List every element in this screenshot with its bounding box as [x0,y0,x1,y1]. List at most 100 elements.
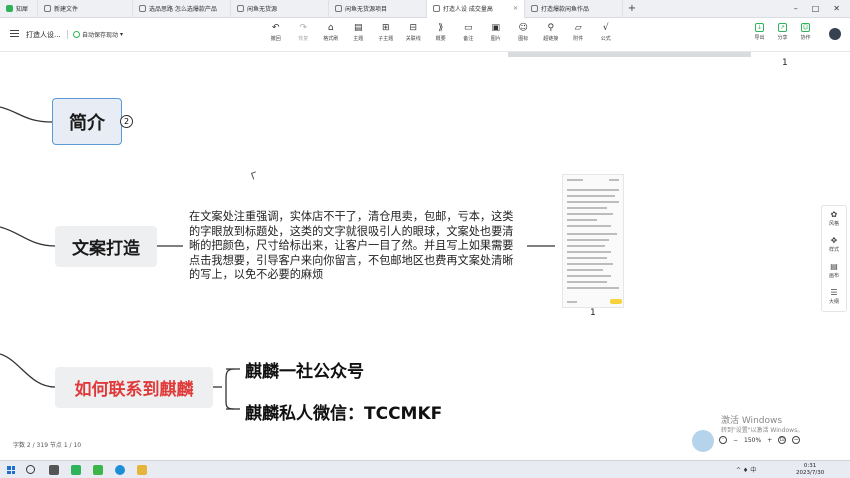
tab-product-selection[interactable]: 选品思路 怎么选爆款产品 [133,0,231,18]
redo-button[interactable]: ↷ 恢复 [290,23,318,42]
windows-start-icon[interactable] [7,466,15,474]
zhixi-app-icon[interactable] [71,465,81,475]
chevron-down-icon: ▾ [120,31,124,38]
mindmap-icon [531,5,538,12]
formula-icon: √ [602,23,609,33]
clock[interactable]: 0:31 2023/7/30 [796,463,824,477]
style-icon: ✥ [830,236,838,245]
export-button[interactable]: ↓ 导出 [748,23,771,41]
word-count-status: 字数 2 / 319 节点 1 / 10 [13,442,82,449]
collaborate-icon: ☺ [801,23,810,32]
tool-label: 图标 [518,36,529,42]
autosave-status[interactable]: 自动保存现动 ▾ [73,30,123,39]
tab-label: 知犀 [16,6,29,13]
menu-icon[interactable] [10,30,19,37]
folder-icon: ▱ [574,23,582,33]
side-label: 画布 [828,273,839,279]
locate-icon[interactable]: · [719,436,727,444]
side-label: 风格 [828,221,839,227]
share-button[interactable]: ↗ 分享 [771,23,794,41]
brush-icon: ⌂ [327,23,334,33]
minimize-view-icon[interactable]: − [792,436,801,444]
subtopic-icon: ⊞ [381,23,390,33]
close-window-button[interactable]: ✕ [833,4,840,13]
undo-button[interactable]: ↶ 撤回 [262,23,290,42]
image-icon: ▣ [491,23,500,33]
check-circle-icon [73,31,80,38]
mindmap-canvas[interactable]: 1 简介 2 文案打造 在文案处注重强调，实体店不干了，清仓甩卖，包邮，亏本，这… [0,52,850,460]
tab-xianyu[interactable]: 闲鱼无货源 [231,0,329,18]
format-button[interactable]: ✥ 样式 [822,232,846,258]
summary-icon: ⟫ [438,23,444,33]
edge-browser-icon[interactable] [115,465,125,475]
right-tool-group: ↓ 导出 ↗ 分享 ☺ 协作 [748,23,817,41]
hyperlink-button[interactable]: ⚲ 超链接 [537,23,565,42]
assistant-bubble[interactable] [692,430,714,452]
tab-hot-works[interactable]: 打造爆款闲鱼作品 [525,0,623,18]
copywriting-node[interactable]: 文案打造 [55,226,157,267]
watermark-title: 激活 Windows [721,416,783,426]
zoom-out-button[interactable]: − [733,437,738,444]
summary-button[interactable]: ⟫ 概要 [427,23,455,42]
want-button-thumbnail [610,299,622,304]
tab-new-file[interactable]: 新建文件 [38,0,133,18]
doc-title[interactable]: 打造人设... [26,30,61,40]
side-label: 样式 [828,247,839,253]
canvas-icon: ▤ [830,262,838,271]
tab-xianyu-project[interactable]: 闲鱼无货源项目 [329,0,427,18]
activation-watermark: 激活 Windows 转到"设置"以激活 Windows。 [721,416,803,436]
undo-icon: ↶ [271,23,280,33]
palette-icon: ✿ [830,210,838,219]
canvas-button[interactable]: ▤ 画布 [822,258,846,284]
zoom-in-button[interactable]: + [767,437,772,444]
phone-screenshot-image[interactable] [562,174,624,308]
tool-label: 公式 [600,36,611,42]
side-label: 大纲 [828,299,839,305]
contact-child-wechat[interactable]: 麒麟私人微信：TCCMKF [245,399,442,424]
search-icon[interactable] [26,465,35,474]
outline-button[interactable]: ☰ 大纲 [822,284,846,310]
topic-button[interactable]: ▤ 主题 [345,23,373,42]
editor-toolbar: 打造人设... 自动保存现动 ▾ ↶ 撤回 ↷ 恢复 ⌂ 格式刷 ▤ 主题 ⊞ 子主题 ⊟… [0,18,850,52]
formula-button[interactable]: √ 公式 [592,23,620,42]
tab-label: 打造爆款闲鱼作品 [541,6,590,13]
format-painter-button[interactable]: ⌂ 格式刷 [317,23,345,42]
icon-button[interactable]: ☺ 图标 [510,23,538,42]
new-tab-button[interactable]: + [623,3,641,14]
note-button[interactable]: ▭ 备注 [455,23,483,42]
minimize-button[interactable]: – [794,4,798,13]
style-theme-button[interactable]: ✿ 风格 [822,206,846,232]
wechat-icon[interactable] [93,465,103,475]
system-tray[interactable]: ^ ♦ 中 [736,465,756,474]
subtopic-button[interactable]: ⊞ 子主题 [372,23,400,42]
avatar[interactable] [829,28,841,40]
tab-label: 选品思路 怎么选爆款产品 [149,6,217,13]
tool-label: 分享 [777,35,788,41]
copywriting-description[interactable]: 在文案处注重强调，实体店不干了，清仓甩卖，包邮，亏本，这类的字眼放到标题处，这类… [189,210,515,283]
file-explorer-icon[interactable] [137,465,147,475]
child-count-badge[interactable]: 2 [120,115,133,128]
tool-label: 概要 [435,36,446,42]
mindmap-icon [139,5,146,12]
fit-screen-icon[interactable]: ⊡ [778,436,787,444]
collaborate-button[interactable]: ☺ 协作 [794,23,817,41]
window-controls: – □ ✕ [794,4,850,13]
image-button[interactable]: ▣ 图片 [482,23,510,42]
clock-date: 2023/7/30 [796,470,825,476]
tab-label: 闲鱼无货源 [247,6,278,13]
tool-label: 导出 [754,35,765,41]
close-tab-icon[interactable]: ✕ [513,5,518,12]
intro-node[interactable]: 简介 [52,98,122,145]
contact-node[interactable]: 如何联系到麒麟 [55,367,213,408]
tool-label: 附件 [573,36,584,42]
tab-zhixi[interactable]: 知犀 [0,0,38,18]
task-view-icon[interactable] [49,465,59,475]
attachment-button[interactable]: ▱ 附件 [565,23,593,42]
tab-persona[interactable]: 打造人设 成交量高 ✕ [427,0,525,18]
tab-label: 闲鱼无货源项目 [345,6,388,13]
relation-line-button[interactable]: ⊟ 关联线 [400,23,428,42]
browser-tab-bar: 知犀 新建文件 选品思路 怎么选爆款产品 闲鱼无货源 闲鱼无货源项目 打造人设 … [0,0,850,18]
maximize-button[interactable]: □ [812,4,820,13]
zoom-control: · − 150% + ⊡ − [719,436,801,444]
contact-child-official-account[interactable]: 麒麟一社公众号 [245,357,364,382]
